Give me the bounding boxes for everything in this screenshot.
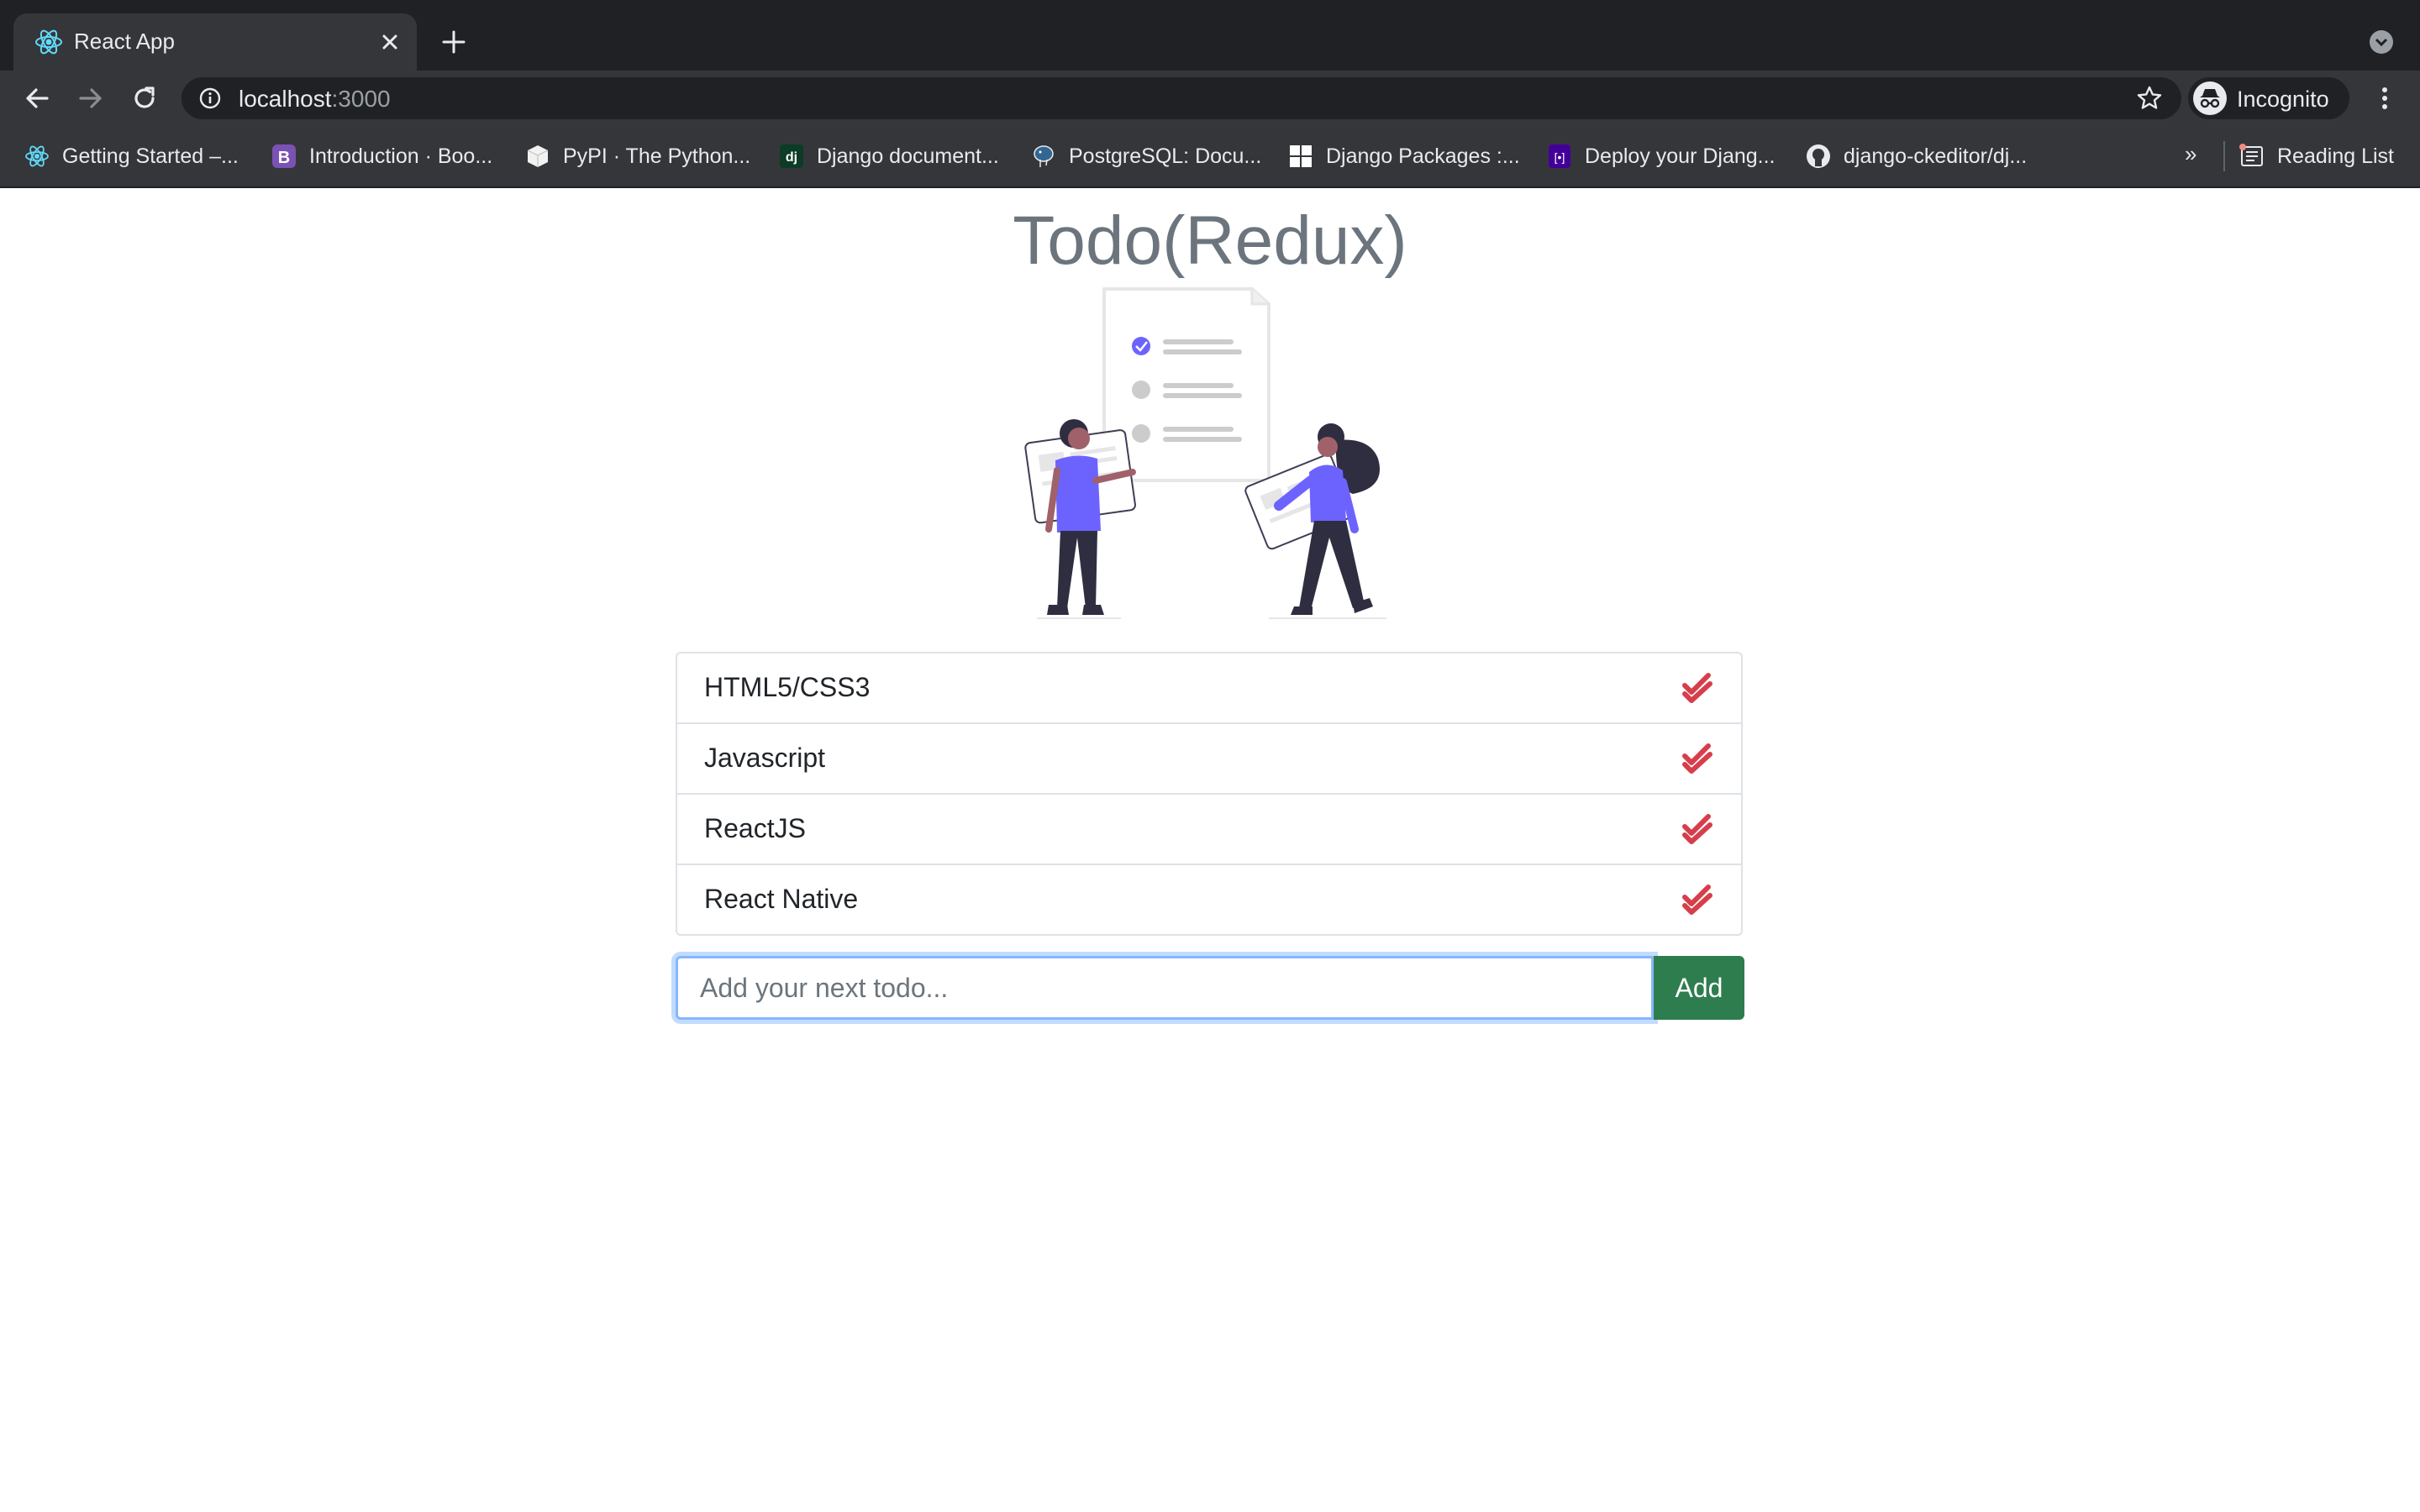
tab-title: React App [74, 29, 175, 54]
todo-text: ReactJS [704, 813, 806, 843]
double-check-icon[interactable] [1682, 884, 1714, 916]
svg-text:dj: dj [786, 150, 797, 165]
django-icon: dj [780, 144, 803, 168]
url-host: localhost [239, 86, 332, 112]
add-todo-button[interactable]: Add [1654, 956, 1744, 1020]
url-text: localhost:3000 [239, 86, 391, 113]
double-check-icon[interactable] [1682, 743, 1714, 774]
todo-item: HTML5/CSS3 [677, 654, 1741, 724]
bookmark-label: Django Packages :... [1326, 144, 1520, 168]
more-menu-icon[interactable] [2370, 83, 2400, 113]
browser-toolbar: localhost:3000 Incognito [0, 71, 2420, 126]
double-check-icon[interactable] [1682, 672, 1714, 704]
incognito-icon [2193, 81, 2227, 115]
bookmark-label: Django document... [817, 144, 999, 168]
todo-text: React Native [704, 884, 859, 914]
double-check-icon[interactable] [1682, 813, 1714, 845]
browser-tab[interactable]: React App [13, 13, 417, 71]
bookmark-star-icon[interactable] [2136, 85, 2163, 112]
bookmarks-overflow-button[interactable]: » [2185, 141, 2196, 167]
bootstrap-icon: B [272, 144, 296, 168]
heroku-icon: [•] [1549, 144, 1570, 168]
reading-list-icon [2239, 144, 2263, 166]
react-icon [35, 29, 62, 55]
incognito-profile-button[interactable]: Incognito [2188, 77, 2349, 119]
bookmarks-bar: Getting Started –... B Introduction · Bo… [0, 126, 2420, 188]
back-arrow-icon[interactable] [22, 83, 52, 113]
forward-arrow-icon[interactable] [76, 83, 106, 113]
svg-text:B: B [278, 149, 290, 167]
bookmark-label: Introduction · Boo... [309, 144, 493, 168]
todo-illustration [1024, 287, 1386, 619]
new-tab-icon[interactable] [437, 25, 471, 59]
address-bar[interactable]: localhost:3000 [182, 77, 2181, 119]
todo-list: HTML5/CSS3 Javascript ReactJS React Nati… [676, 652, 1743, 936]
tab-search-icon[interactable] [2368, 29, 2395, 55]
add-todo-form: Add [676, 956, 1744, 1020]
site-info-icon[interactable] [198, 87, 222, 110]
bookmark-label: Getting Started –... [62, 144, 239, 168]
page-title: Todo(Redux) [1013, 202, 1407, 279]
todo-item: ReactJS [677, 795, 1741, 865]
url-port: :3000 [331, 86, 391, 112]
pypi-icon [527, 145, 549, 167]
bookmark-label: django-ckeditor/dj... [1844, 144, 2028, 168]
bookmark-label: PyPI · The Python... [563, 144, 751, 168]
svg-text:[•]: [•] [1555, 150, 1565, 164]
new-todo-input[interactable] [676, 956, 1654, 1020]
bookmarks-divider [2223, 141, 2225, 171]
todo-text: HTML5/CSS3 [704, 672, 871, 702]
reading-list-label: Reading List [2277, 144, 2394, 168]
bookmark-label: PostgreSQL: Docu... [1069, 144, 1262, 168]
browser-tab-strip: React App [0, 0, 2420, 71]
postgresql-icon [1034, 145, 1054, 167]
github-icon [1807, 144, 1830, 168]
django-packages-icon [1290, 145, 1312, 167]
bookmark-label: Deploy your Djang... [1585, 144, 1776, 168]
reload-icon[interactable] [129, 83, 160, 113]
react-icon [25, 145, 49, 167]
todo-item: Javascript [677, 724, 1741, 795]
todo-text: Javascript [704, 743, 826, 773]
close-tab-icon[interactable] [376, 29, 403, 55]
incognito-label: Incognito [2237, 87, 2329, 112]
todo-item: React Native [677, 865, 1741, 934]
